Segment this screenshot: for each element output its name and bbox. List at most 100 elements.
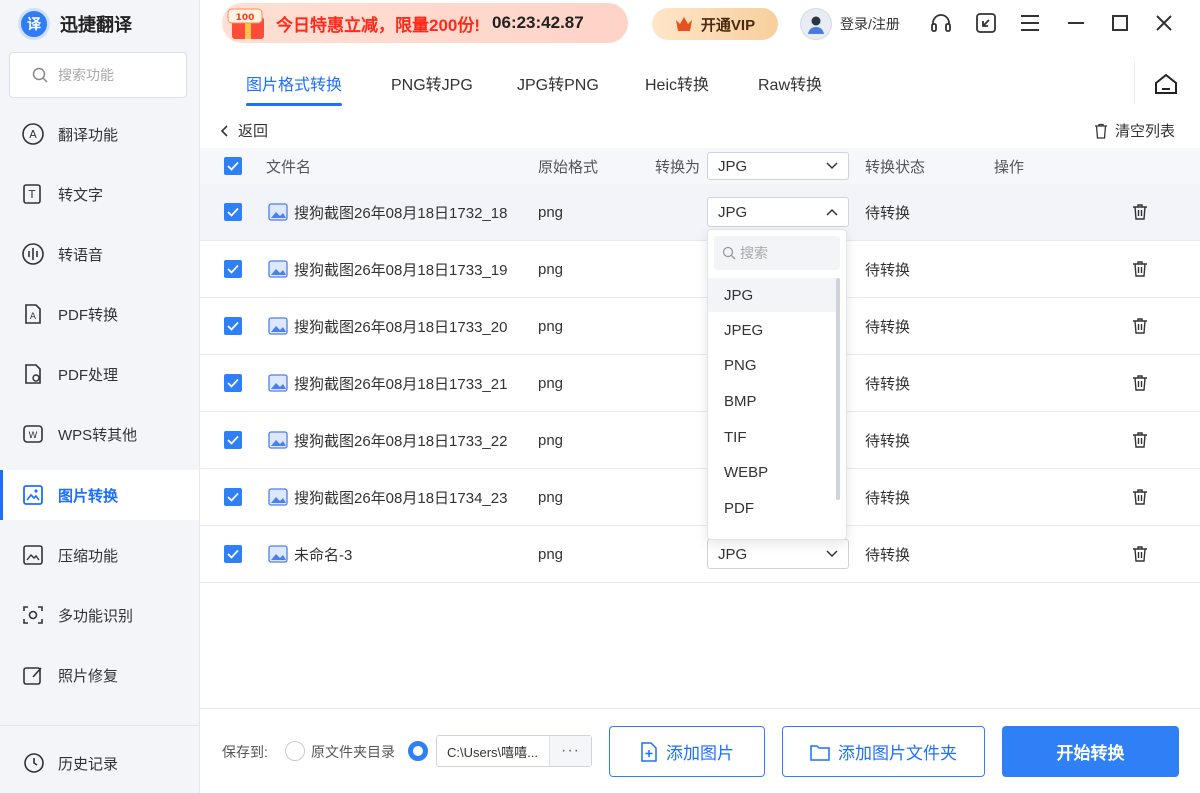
add-folder-button[interactable]: 添加图片文件夹	[782, 726, 985, 777]
folder-icon	[810, 744, 830, 761]
sidebar-item-wps[interactable]: W WPS转其他	[0, 409, 199, 459]
maximize-icon[interactable]	[1107, 10, 1133, 36]
menu-icon[interactable]	[1017, 10, 1043, 36]
sidebar-item-pdf-convert[interactable]: A PDF转换	[0, 289, 199, 339]
sidebar-item-translate[interactable]: A 翻译功能	[0, 109, 199, 159]
status-text: 待转换	[865, 546, 911, 564]
promo-timer: 06:23:42.87	[492, 13, 584, 32]
table-row[interactable]: 搜狗截图26年08月18日1733_20 png 待转换	[200, 298, 1200, 355]
dropdown-option-bmp[interactable]: BMP	[708, 384, 836, 418]
sidebar-item-recognize[interactable]: 多功能识别	[0, 590, 199, 640]
sidebar-item-to-voice[interactable]: 转语音	[0, 229, 199, 279]
dropdown-option-jpg[interactable]: JPG	[708, 278, 836, 312]
dropdown-option-jpeg[interactable]: JPEG	[708, 313, 836, 347]
gift-icon: 100	[227, 8, 264, 39]
close-icon[interactable]	[1151, 10, 1177, 36]
svg-text:A: A	[29, 128, 37, 141]
file-format: png	[538, 545, 564, 563]
tab-image-format[interactable]: 图片格式转换	[246, 60, 343, 106]
row-checkbox[interactable]	[224, 412, 242, 468]
file-format: png	[538, 260, 564, 278]
sidebar-item-photo-repair[interactable]: 照片修复	[0, 650, 199, 700]
sidebar-item-pdf-process[interactable]: PDF处理	[0, 349, 199, 399]
trash-icon	[1094, 123, 1107, 139]
convert-all-select[interactable]: JPG	[707, 148, 849, 184]
tab-jpg-to-png[interactable]: JPG转PNG	[517, 60, 599, 106]
delete-row-button[interactable]	[1131, 355, 1149, 411]
image-file-icon	[268, 488, 288, 506]
clear-list-button[interactable]: 清空列表	[1093, 120, 1175, 141]
minimize-window-icon[interactable]	[973, 10, 999, 36]
wps-icon: W	[20, 421, 46, 447]
start-convert-button[interactable]: 开始转换	[1002, 726, 1179, 777]
format-dropdown[interactable]: 搜索 JPG JPEG PNG BMP TIF WEBP PDF	[707, 229, 847, 540]
dropdown-option-tif[interactable]: TIF	[708, 420, 836, 454]
tab-heic[interactable]: Heic转换	[645, 60, 709, 106]
delete-row-button[interactable]	[1131, 184, 1149, 240]
table-row[interactable]: 搜狗截图26年08月18日1733_22 png 待转换	[200, 412, 1200, 469]
sidebar-item-image-convert[interactable]: 图片转换	[0, 470, 199, 520]
back-button[interactable]: 返回	[220, 120, 268, 141]
row-checkbox[interactable]	[224, 184, 242, 240]
file-name: 搜狗截图26年08月18日1733_20	[294, 318, 508, 336]
chevron-left-icon	[220, 124, 228, 137]
row-checkbox[interactable]	[224, 355, 242, 411]
table-row[interactable]: 搜狗截图26年08月18日1733_21 png 待转换	[200, 355, 1200, 412]
tab-raw[interactable]: Raw转换	[758, 60, 822, 106]
file-name: 未命名-3	[294, 546, 353, 564]
home-icon[interactable]	[1152, 70, 1180, 98]
radio-original-dir[interactable]	[285, 741, 305, 761]
search-input[interactable]: 搜索功能	[9, 52, 187, 98]
dropdown-search-placeholder: 搜索	[740, 245, 768, 261]
photo-repair-icon	[20, 662, 46, 688]
header-status: 转换状态	[865, 158, 926, 176]
delete-row-button[interactable]	[1131, 526, 1149, 582]
row-checkbox[interactable]	[224, 241, 242, 297]
add-image-label: 添加图片	[666, 744, 734, 763]
sidebar-item-label: PDF转换	[58, 306, 119, 324]
status-text: 待转换	[865, 432, 911, 450]
sidebar-item-label: 翻译功能	[58, 126, 119, 144]
row-checkbox[interactable]	[224, 469, 242, 525]
minimize-icon[interactable]	[1063, 10, 1089, 36]
sidebar-item-label: 转语音	[58, 246, 104, 264]
dropdown-option-png[interactable]: PNG	[708, 348, 836, 382]
dropdown-scrollbar[interactable]	[836, 278, 840, 500]
select-value: JPG	[718, 203, 748, 221]
sidebar-item-to-text[interactable]: T 转文字	[0, 169, 199, 219]
delete-row-button[interactable]	[1131, 241, 1149, 297]
delete-row-button[interactable]	[1131, 298, 1149, 354]
tab-png-to-jpg[interactable]: PNG转JPG	[391, 60, 473, 106]
pdf-process-icon	[20, 361, 46, 387]
image-file-icon	[268, 203, 288, 221]
promo-banner[interactable]: 100 今日特惠立减，限量200份! 06:23:42.87	[222, 3, 628, 43]
select-all-checkbox[interactable]	[224, 148, 242, 184]
sidebar-item-history[interactable]: 历史记录	[0, 738, 199, 788]
pdf-convert-icon: A	[20, 301, 46, 327]
dropdown-option-webp[interactable]: WEBP	[708, 455, 836, 489]
dropdown-option-pdf[interactable]: PDF	[708, 491, 836, 525]
status-text: 待转换	[865, 318, 911, 336]
add-image-button[interactable]: 添加图片	[609, 726, 765, 777]
delete-row-button[interactable]	[1131, 469, 1149, 525]
search-icon	[722, 246, 736, 260]
table-row[interactable]: 搜狗截图26年08月18日1732_18 png JPG 待转换	[200, 184, 1200, 241]
login-area[interactable]: 登录/注册	[800, 8, 900, 40]
radio-custom-path[interactable]	[408, 741, 428, 761]
vip-button[interactable]: 开通VIP	[652, 8, 778, 40]
sidebar-item-compress[interactable]: 压缩功能	[0, 530, 199, 580]
original-dir-label: 原文件夹目录	[311, 744, 395, 760]
row-checkbox[interactable]	[224, 526, 242, 582]
table-row[interactable]: 搜狗截图26年08月18日1734_23 png 待转换	[200, 469, 1200, 526]
output-path-field[interactable]: C:\Users\嘻嘻... ···	[436, 735, 592, 767]
table-row[interactable]: 搜狗截图26年08月18日1733_19 png 待转换	[200, 241, 1200, 298]
image-convert-icon	[20, 482, 46, 508]
headset-icon[interactable]	[928, 10, 954, 36]
browse-button[interactable]: ···	[549, 736, 591, 766]
table-row[interactable]: 未命名-3 png JPG 待转换	[200, 526, 1200, 583]
select-value: JPG	[718, 545, 748, 563]
trash-icon	[1133, 432, 1147, 448]
delete-row-button[interactable]	[1131, 412, 1149, 468]
dropdown-search-input[interactable]: 搜索	[714, 236, 840, 270]
row-checkbox[interactable]	[224, 298, 242, 354]
